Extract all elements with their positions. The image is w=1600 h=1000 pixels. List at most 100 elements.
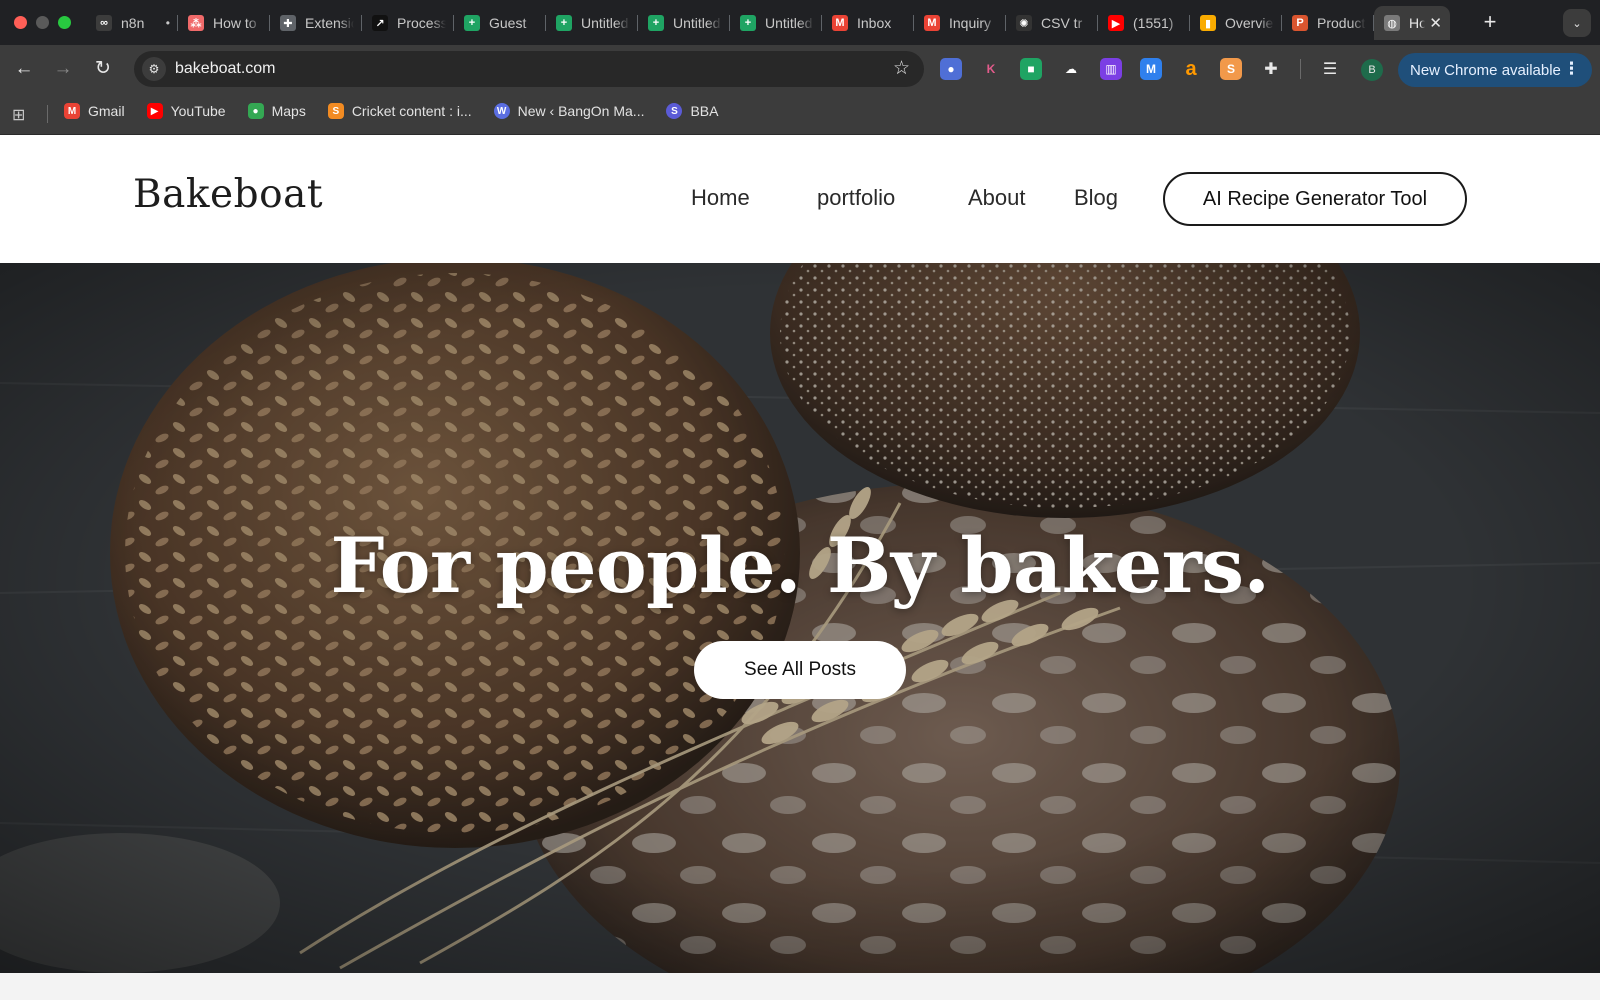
browser-tab[interactable]: ✚ Extensions [270, 6, 362, 40]
forward-button[interactable]: → [49, 55, 77, 83]
browser-tab[interactable]: M Inbox [822, 6, 914, 40]
browser-tab[interactable]: M Inquiry [914, 6, 1006, 40]
browser-tab[interactable]: + Untitled [638, 6, 730, 40]
nav-link-about[interactable]: About [968, 185, 1026, 211]
window-minimize-button[interactable] [36, 16, 49, 29]
window-close-button[interactable] [14, 16, 27, 29]
tab-title: Home [1409, 15, 1426, 31]
tab-title: Guest [489, 15, 527, 31]
reload-button[interactable]: ↻ [89, 55, 117, 83]
site-header: Bakeboat Home portfolio About Blog AI Re… [0, 135, 1600, 263]
shield-extension-icon[interactable]: ■ [1020, 58, 1042, 80]
new-tab-button[interactable]: + [1477, 10, 1503, 36]
k-extension-icon[interactable]: K [980, 58, 1002, 80]
window-zoom-button[interactable] [58, 16, 71, 29]
cloud-extension-icon[interactable]: ☁ [1060, 58, 1082, 80]
colorzilla-icon[interactable]: ● [940, 58, 962, 80]
globe-icon: ◍ [1384, 15, 1400, 31]
bookmark-label: Maps [271, 103, 306, 119]
bookmark-label: New ‹ BangOn Ma... [517, 103, 645, 119]
bookmark-item[interactable]: S Cricket content : i... [327, 103, 472, 119]
sheets-icon: + [464, 15, 480, 31]
site-info-icon[interactable]: ⚙ [142, 57, 166, 81]
active-browser-tab[interactable]: ◍ Home✕ [1374, 6, 1450, 40]
bookmark-star-icon[interactable]: ☆ [893, 57, 910, 80]
bookmarks-bar: ⊞ M Gmail ▶ YouTube ● Maps S Cricket content… [0, 93, 1600, 135]
browser-tab[interactable]: + Guest [454, 6, 546, 40]
tab-title: Overview [1225, 15, 1274, 31]
tab-title: Extensions [305, 15, 354, 31]
bookmark-label: Cricket content : i... [351, 103, 472, 119]
bookmark-item[interactable]: ● Maps [247, 103, 306, 119]
nav-link-home[interactable]: Home [691, 185, 750, 211]
s-bookmark-icon: S [666, 103, 683, 119]
url-text[interactable]: bakeboat.com [175, 60, 276, 78]
producthunt-icon: P [1292, 15, 1308, 31]
tab-title: Untitled [765, 15, 813, 31]
tab-title: Inbox [857, 15, 892, 31]
page-below-hero [0, 973, 1600, 1000]
hero-section: For people. By bakers. See All Posts [0, 263, 1600, 973]
tab-list: ∞ n8n • ⁂ How to ✚ Extensions ↗ Process + Gues… [86, 6, 1450, 40]
site-logo[interactable]: Bakeboat [133, 172, 323, 217]
bookmark-item[interactable]: ▶ YouTube [146, 103, 226, 119]
puzzle-icon[interactable]: ✚ [1260, 58, 1282, 80]
analytics-icon: ▮ [1200, 15, 1216, 31]
hero-title: For people. By bakers. [330, 521, 1271, 610]
sheets-icon: + [556, 15, 572, 31]
apps-grid-icon[interactable]: ⊞ [12, 105, 25, 125]
bookmark-item[interactable]: M Gmail [64, 103, 125, 119]
nav-link-blog[interactable]: Blog [1074, 185, 1118, 211]
kebab-menu-icon[interactable]: ⋮ [1563, 59, 1580, 79]
sheets-icon: + [740, 15, 756, 31]
browser-tab[interactable]: + Untitled [546, 6, 638, 40]
bookmark-list: M Gmail ▶ YouTube ● Maps S Cricket content :… [64, 103, 740, 119]
tab-title: Inquiry [949, 15, 992, 31]
tab-search-button[interactable]: ⌄ [1563, 9, 1591, 37]
wordpress-icon: W [493, 103, 510, 119]
browser-tab-strip: ∞ n8n • ⁂ How to ✚ Extensions ↗ Process + Gues… [0, 0, 1600, 45]
bookmark-item[interactable]: W New ‹ BangOn Ma... [493, 103, 645, 119]
update-label: New Chrome available [1410, 61, 1561, 79]
bookmark-item[interactable]: S BBA [666, 103, 718, 119]
bookmark-label: BBA [690, 103, 719, 119]
youtube-icon: ▶ [1108, 15, 1124, 31]
gmail-icon: M [64, 103, 80, 119]
amazon-icon[interactable]: a [1180, 58, 1202, 80]
maps-icon: ● [247, 103, 264, 119]
tab-title: n8n [121, 15, 145, 31]
tab-audio-dot: • [165, 16, 170, 30]
nav-link-portfolio[interactable]: portfolio [817, 185, 895, 211]
openai-icon: ✺ [1016, 15, 1032, 31]
m-extension-icon[interactable]: M [1140, 58, 1162, 80]
close-tab-icon[interactable]: ✕ [1429, 14, 1442, 32]
n8n-icon: ∞ [96, 15, 112, 31]
browser-tab[interactable]: ↗ Process [362, 6, 454, 40]
back-button[interactable]: ← [10, 55, 38, 83]
tab-title: How to [213, 15, 257, 31]
profile-avatar[interactable]: B [1361, 59, 1383, 81]
bookmarks-divider [47, 105, 48, 123]
seo-extension-icon[interactable]: S [1220, 58, 1242, 80]
toolbar-separator [1300, 59, 1301, 79]
browser-tab[interactable]: P Product [1282, 6, 1374, 40]
browser-tab[interactable]: ⁂ How to [178, 6, 270, 40]
bookmark-label: YouTube [170, 103, 226, 119]
address-bar[interactable]: ⚙ bakeboat.com ☆ [134, 51, 924, 87]
gmail-icon: M [924, 15, 940, 31]
ai-recipe-generator-button[interactable]: AI Recipe Generator Tool [1163, 172, 1467, 226]
see-all-posts-button[interactable]: See All Posts [694, 641, 906, 699]
chart-extension-icon[interactable]: ▥ [1100, 58, 1122, 80]
new-chrome-available-button[interactable]: New Chrome available ⋮ [1398, 53, 1592, 87]
extensions-area: ● K ■ ☁ ▥ M a S ✚ ☰ [940, 57, 1359, 81]
tab-title: Product [1317, 15, 1366, 31]
browser-tab[interactable]: ▮ Overview [1190, 6, 1282, 40]
asana-icon: ⁂ [188, 15, 204, 31]
browser-tab[interactable]: ✺ CSV tr [1006, 6, 1098, 40]
browser-tab[interactable]: ∞ n8n • [86, 6, 178, 40]
tab-title: (1551) [1133, 15, 1174, 31]
reading-list-icon[interactable]: ☰ [1319, 58, 1341, 80]
tab-title: Untitled [581, 15, 629, 31]
browser-tab[interactable]: ▶ (1551) [1098, 6, 1190, 40]
browser-tab[interactable]: + Untitled [730, 6, 822, 40]
